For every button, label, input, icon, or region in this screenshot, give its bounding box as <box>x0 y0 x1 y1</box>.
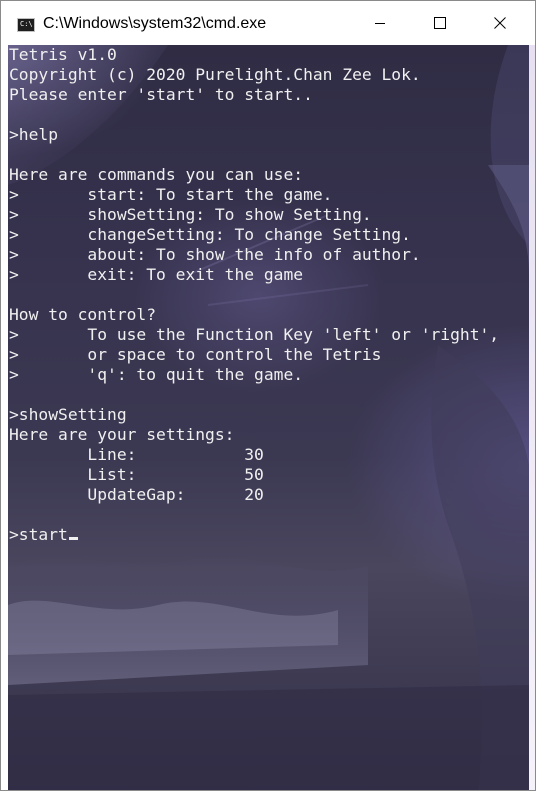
terminal-line: > To use the Function Key 'left' or 'rig… <box>9 325 500 344</box>
terminal-line: UpdateGap: 20 <box>9 485 264 504</box>
terminal-line: How to control? <box>9 305 157 324</box>
cmd-icon-label: C:\ <box>20 20 33 28</box>
maximize-button[interactable] <box>411 1 469 45</box>
terminal-line: >showSetting <box>9 405 127 424</box>
command-prompt[interactable]: >start <box>9 525 499 545</box>
terminal-line: > exit: To exit the game <box>9 265 304 284</box>
console-area[interactable]: Tetris v1.0 Copyright (c) 2020 Purelight.… <box>8 45 529 790</box>
terminal-line: > start: To start the game. <box>9 185 333 204</box>
terminal-line: Tetris v1.0 <box>9 45 117 64</box>
maximize-icon <box>434 17 446 29</box>
cmd-window: C:\ C:\Windows\system32\cmd.exe Tetris v… <box>0 0 536 791</box>
terminal-line: Copyright (c) 2020 Purelight.Chan Zee Lo… <box>9 65 421 84</box>
terminal-line: > showSetting: To show Setting. <box>9 205 372 224</box>
terminal-line: > or space to control the Tetris <box>9 345 382 364</box>
terminal-line: Here are commands you can use: <box>9 165 304 184</box>
terminal-line: > about: To show the info of author. <box>9 245 421 264</box>
window-edge <box>529 45 535 790</box>
terminal-line: >help <box>9 125 59 144</box>
terminal-line: > changeSetting: To change Setting. <box>9 225 411 244</box>
prompt-input-text: >start <box>9 525 68 544</box>
terminal-line: Line: 30 <box>9 445 264 464</box>
minimize-button[interactable] <box>351 1 409 45</box>
close-icon <box>494 17 506 29</box>
terminal-output: Tetris v1.0 Copyright (c) 2020 Purelight.… <box>9 45 499 545</box>
minimize-icon <box>375 23 385 24</box>
window-title: C:\Windows\system32\cmd.exe <box>43 15 267 32</box>
terminal-line: List: 50 <box>9 465 264 484</box>
close-button[interactable] <box>471 1 529 45</box>
terminal-line: Please enter 'start' to start.. <box>9 85 313 104</box>
title-bar[interactable]: C:\ C:\Windows\system32\cmd.exe <box>1 1 535 45</box>
text-cursor <box>68 537 78 540</box>
terminal-line: Here are your settings: <box>9 425 235 444</box>
cmd-icon[interactable]: C:\ <box>17 18 35 32</box>
terminal-line: > 'q': to quit the game. <box>9 365 304 384</box>
